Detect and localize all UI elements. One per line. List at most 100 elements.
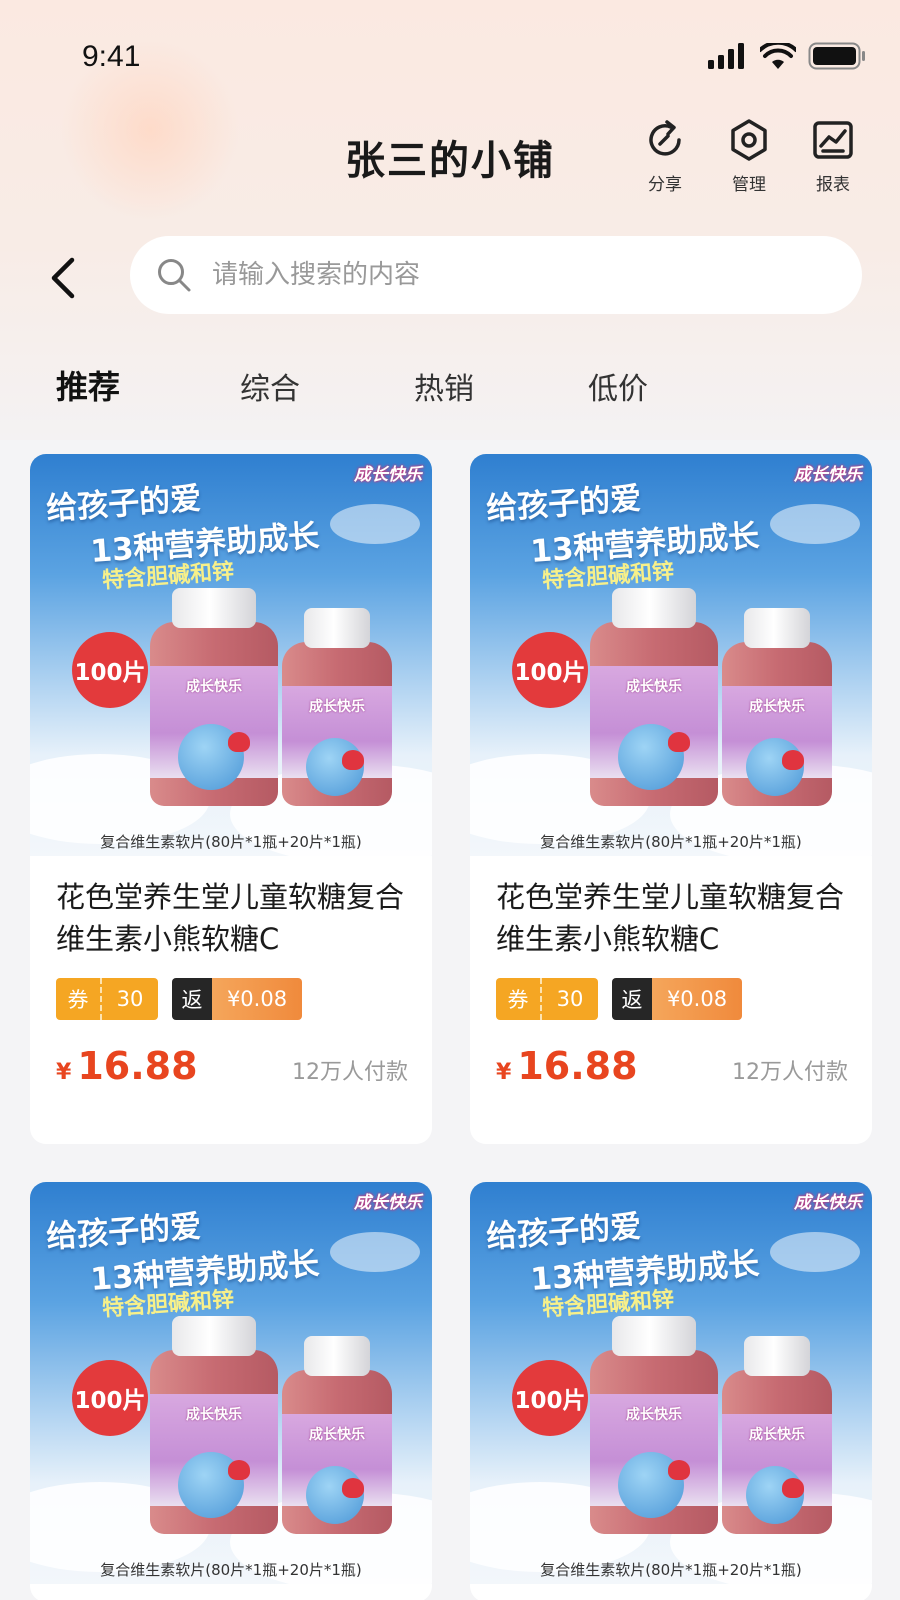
share-icon [649,120,681,156]
rebate-label: 返 [172,978,212,1020]
brand-logo: 成长快乐 [354,1193,422,1213]
bottle-label: 成长快乐 [722,686,832,796]
rebate-tag: 返 ¥0.08 [612,978,742,1020]
bottle: 成长快乐 [722,1336,832,1534]
status-icons [708,42,866,70]
rebate-value: ¥0.08 [212,978,302,1020]
bottle-lid [172,588,256,628]
rebate-label: 返 [612,978,652,1020]
bottle: 成长快乐 [590,1316,718,1534]
heart-icon [228,1460,250,1480]
bottle-brand: 成长快乐 [186,1407,242,1423]
coupon-value: 30 [116,987,144,1011]
heart-icon [782,1478,804,1498]
currency-symbol: ¥ [56,1060,72,1085]
heart-icon [342,1478,364,1498]
coupon-tag: 券 30 [56,978,158,1020]
bottle-label: 成长快乐 [150,1394,278,1518]
bottle-brand: 成长快乐 [749,699,805,715]
bottle: 成长快乐 [150,588,278,806]
price-value: 16.88 [517,1044,638,1088]
bottle: 成长快乐 [722,608,832,806]
heart-icon [342,750,364,770]
status-bar: 9:41 [0,0,900,110]
tab-low-price[interactable]: 低价 [588,364,648,408]
product-tags: 券 30 返 ¥0.08 [496,978,848,1020]
cloud [330,504,420,544]
brand-logo: 成长快乐 [794,1193,862,1213]
status-time: 9:41 [82,40,141,73]
product-card[interactable]: 成长快乐 给孩子的爱 13种营养助成长 特含胆碱和锌 成长快乐 成长快乐 100… [30,454,432,1144]
heart-icon [668,732,690,752]
report-label: 报表 [816,175,850,195]
bottle: 成长快乐 [150,1316,278,1534]
share-button[interactable]: 分享 [636,116,694,195]
image-caption: 复合维生素软片(80片*1瓶+20片*1瓶) [100,1561,362,1579]
count-badge: 100片 [72,632,148,708]
report-button[interactable]: 报表 [804,116,862,195]
image-caption: 复合维生素软片(80片*1瓶+20片*1瓶) [100,833,362,851]
bottle-lid [172,1316,256,1356]
bottle-lid [744,608,810,648]
search-bar[interactable] [130,236,862,314]
tab-recommend[interactable]: 推荐 [56,362,120,408]
brand-logo: 成长快乐 [794,465,862,485]
bottle-lid [744,1336,810,1376]
product-title: 花色堂养生堂儿童软糖复合维生素小熊软糖C [496,880,845,956]
count-badge: 100片 [512,632,588,708]
tab-hot-sales[interactable]: 热销 [414,364,474,408]
product-info: 花色堂养生堂儿童软糖复合维生素小熊软糖C 券 30 返 ¥0.08 ¥16.88… [30,856,432,1088]
sales-count: 12万人付款 [732,1060,848,1085]
manage-button[interactable]: 管理 [720,116,778,195]
heart-icon [668,1460,690,1480]
chevron-left-icon [51,257,75,299]
bottle-label: 成长快乐 [590,666,718,790]
product-tags: 券 30 返 ¥0.08 [56,978,408,1020]
product-price: ¥16.88 [496,1044,638,1088]
product-price: ¥16.88 [56,1044,198,1088]
image-caption: 复合维生素软片(80片*1瓶+20片*1瓶) [540,1561,802,1579]
header-actions: 分享 管理 报表 [636,116,862,195]
bottle-label: 成长快乐 [722,1414,832,1524]
heart-icon [228,732,250,752]
heart-icon [782,750,804,770]
bottle-brand: 成长快乐 [749,1427,805,1443]
product-grid: 成长快乐 给孩子的爱 13种营养助成长 特含胆碱和锌 成长快乐 成长快乐 100… [30,454,872,1600]
brand-logo: 成长快乐 [354,465,422,485]
bottle-lid [612,588,696,628]
product-card[interactable]: 成长快乐 给孩子的爱 13种营养助成长 特含胆碱和锌 成长快乐 成长快乐 100… [30,1182,432,1600]
count-badge: 100片 [512,1360,588,1436]
search-input[interactable] [212,260,832,290]
signal-icon [708,43,744,69]
bottle-brand: 成长快乐 [626,679,682,695]
manage-label: 管理 [732,175,766,195]
product-image: 成长快乐 给孩子的爱 13种营养助成长 特含胆碱和锌 成长快乐 成长快乐 100… [470,454,872,856]
coupon-tag: 券 30 [496,978,598,1020]
price-row: ¥16.88 12万人付款 [496,1044,848,1088]
bottle: 成长快乐 [282,1336,392,1534]
product-card[interactable]: 成长快乐 给孩子的爱 13种营养助成长 特含胆碱和锌 成长快乐 成长快乐 100… [470,454,872,1144]
manage-icon [731,119,767,161]
sales-count: 12万人付款 [292,1060,408,1085]
search-icon [158,259,191,292]
product-image: 成长快乐 给孩子的爱 13种营养助成长 特含胆碱和锌 成长快乐 成长快乐 100… [30,1182,432,1584]
bottle-label: 成长快乐 [150,666,278,790]
currency-symbol: ¥ [496,1060,512,1085]
product-info: 花色堂养生堂儿童软糖复合维生素小熊软糖C 券 30 返 ¥0.08 ¥16.88… [470,856,872,1088]
bottle-brand: 成长快乐 [309,1427,365,1443]
bottle: 成长快乐 [590,588,718,806]
cloud [770,504,860,544]
rebate-tag: 返 ¥0.08 [172,978,302,1020]
cloud [330,1232,420,1272]
coupon-label: 券 [496,978,542,1020]
share-label: 分享 [648,175,682,195]
bottle: 成长快乐 [282,608,392,806]
bottle-label: 成长快乐 [282,1414,392,1524]
report-icon [813,121,853,159]
bottle-label: 成长快乐 [590,1394,718,1518]
count-badge: 100片 [72,1360,148,1436]
product-card[interactable]: 成长快乐 给孩子的爱 13种营养助成长 特含胆碱和锌 成长快乐 成长快乐 100… [470,1182,872,1600]
tab-comprehensive[interactable]: 综合 [240,364,300,408]
product-title: 花色堂养生堂儿童软糖复合维生素小熊软糖C [56,880,405,956]
back-button[interactable] [44,252,84,304]
